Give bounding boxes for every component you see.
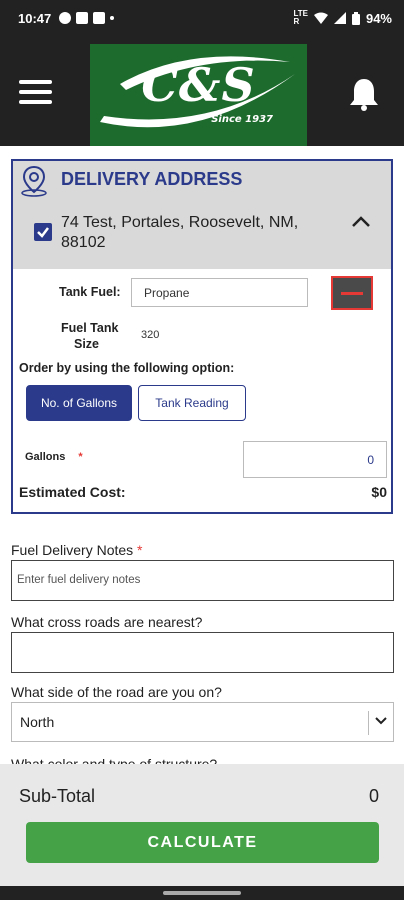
remove-tank-button[interactable] <box>331 276 373 310</box>
road-side-value: North <box>20 714 55 730</box>
menu-icon[interactable] <box>19 80 52 104</box>
lte-icon: LTE R <box>293 9 308 26</box>
app-notification-icon <box>59 12 72 24</box>
tank-size-label-line2: Size <box>74 337 100 351</box>
chevron-up-icon[interactable] <box>351 215 371 229</box>
calculate-button[interactable]: CALCULATE <box>26 822 379 863</box>
wifi-icon <box>313 12 328 24</box>
order-option-label: Order by using the following option: <box>19 361 235 375</box>
status-time: 10:47 <box>18 10 52 26</box>
delivery-address-title: DELIVERY ADDRESS <box>61 169 243 189</box>
delivery-address-header[interactable]: DELIVERY ADDRESS 74 Test, Portales, Roos… <box>13 161 391 269</box>
option-gallons-button[interactable]: No. of Gallons <box>26 385 132 421</box>
estimated-cost-label: Estimated Cost: <box>19 484 126 500</box>
option-tank-reading-button[interactable]: Tank Reading <box>138 385 246 421</box>
logo-text: C&S <box>141 58 256 112</box>
battery-icon <box>351 11 360 25</box>
road-side-label: What side of the road are you on? <box>11 684 222 700</box>
chevron-down-icon <box>375 717 387 725</box>
required-mark: * <box>78 451 83 463</box>
battery-level: 94% <box>365 10 392 26</box>
delivery-notes-field[interactable]: Enter fuel delivery notes <box>11 560 394 601</box>
signal-icon <box>333 12 346 24</box>
scroll-content[interactable]: DELIVERY ADDRESS 74 Test, Portales, Roos… <box>0 146 404 764</box>
tank-fuel-label: Tank Fuel: <box>59 285 121 299</box>
home-indicator[interactable] <box>163 891 241 895</box>
location-pin-icon <box>21 165 47 197</box>
tank-fuel-field[interactable]: Propane <box>131 278 308 307</box>
structure-label: What color and type of structure? <box>11 756 218 764</box>
tank-size-label-line1: Fuel Tank <box>61 321 119 335</box>
check-icon <box>37 227 49 238</box>
delivery-notes-label-text: Fuel Delivery Notes <box>11 542 134 558</box>
delivery-notes-label: Fuel Delivery Notes * <box>11 542 143 558</box>
notification-bell-icon[interactable] <box>349 77 379 111</box>
address-checkbox[interactable] <box>34 223 52 241</box>
cross-roads-field[interactable] <box>11 632 394 673</box>
subtotal-value: 0 <box>368 786 379 806</box>
status-bar: 10:47 LTE R 94% <box>0 0 404 36</box>
estimated-cost-value: $0 <box>371 484 387 500</box>
address-text: 74 Test, Portales, Roosevelt, NM, 88102 <box>61 214 299 251</box>
mail-icon <box>93 12 106 24</box>
minus-icon <box>341 292 363 295</box>
gallons-label-text: Gallons <box>25 451 66 463</box>
road-side-select[interactable]: North <box>11 702 394 742</box>
footer-bar: Sub-Total 0 CALCULATE <box>0 764 404 886</box>
logo-subtitle: Since 1937 <box>211 114 273 125</box>
tank-size-value: 320 <box>141 329 160 341</box>
brand-logo: C&S Since 1937 <box>90 44 307 146</box>
navigation-bar <box>0 886 404 900</box>
gallons-input[interactable]: 0 <box>243 441 387 478</box>
app-header: C&S Since 1937 <box>0 36 404 146</box>
delivery-address-card: DELIVERY ADDRESS 74 Test, Portales, Roos… <box>11 159 393 514</box>
mail-icon <box>76 12 89 24</box>
more-notifications-icon <box>110 16 115 20</box>
subtotal-label: Sub-Total <box>19 786 96 806</box>
cross-roads-label: What cross roads are nearest? <box>11 614 203 630</box>
gallons-label: Gallons * <box>25 451 83 463</box>
required-mark: * <box>137 542 143 558</box>
